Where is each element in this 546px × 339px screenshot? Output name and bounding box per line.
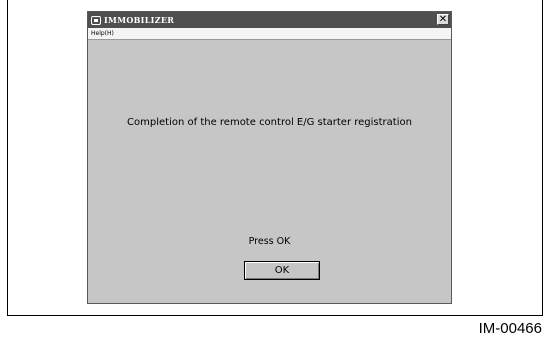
press-ok-prompt: Press OK <box>248 236 291 247</box>
immobilizer-window: IMMOBILIZER ✕ Help(H) Completion of the … <box>87 11 452 304</box>
ok-button[interactable]: OK <box>244 261 320 280</box>
window-title: IMMOBILIZER <box>104 15 175 25</box>
app-window-icon <box>91 15 101 25</box>
menu-bar: Help(H) <box>88 28 451 40</box>
dialog-body: Completion of the remote control E/G sta… <box>89 40 450 302</box>
completion-message: Completion of the remote control E/G sta… <box>127 117 412 128</box>
figure-id-label: IM-00466 <box>478 320 542 337</box>
title-bar[interactable]: IMMOBILIZER ✕ <box>88 12 451 28</box>
close-button[interactable]: ✕ <box>437 14 449 25</box>
menu-help[interactable]: Help(H) <box>91 28 114 39</box>
close-icon: ✕ <box>438 14 448 25</box>
